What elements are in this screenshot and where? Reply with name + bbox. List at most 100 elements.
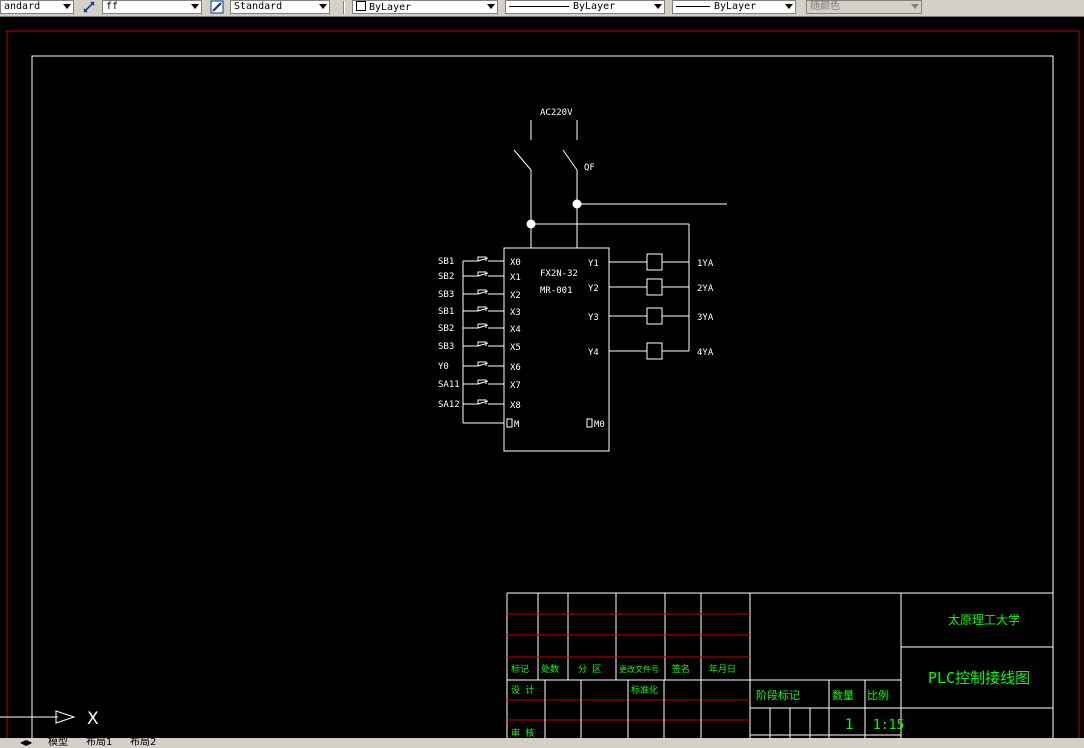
plot-style-select: 随颜色: [806, 0, 922, 14]
scale-value: 1:15: [873, 718, 904, 733]
ucs-icon: X: [0, 709, 99, 729]
rev-header-mark: 标记: [511, 663, 529, 675]
tab-layout2[interactable]: 布局2: [130, 738, 156, 748]
rev-header-sign: 签名: [672, 663, 690, 675]
plc-model-line2: MR-001: [540, 286, 573, 296]
output-load-label: 3YA: [697, 313, 714, 323]
output-terminal-label: Y3: [588, 313, 599, 323]
input-row: SA11 X7: [438, 379, 521, 391]
input-terminal-label: X1: [510, 273, 521, 283]
input-terminal-label: X2: [510, 291, 521, 301]
ucs-x-label: X: [87, 709, 99, 729]
tab-model[interactable]: 模型: [48, 738, 68, 748]
scale-label: 比例: [867, 688, 889, 702]
text-style-value: andard: [4, 1, 41, 12]
input-row: SB2 X1: [438, 271, 521, 283]
dim-style-select[interactable]: Standard: [230, 0, 330, 14]
coil-symbol: [646, 278, 663, 296]
input-terminal-label: X4: [510, 325, 521, 335]
supply-label: AC220V: [540, 108, 573, 118]
input-device-label: SB2: [438, 324, 454, 334]
properties-toolbar: andard ff Standard ByLayer ByLayer ByLay…: [0, 0, 1084, 17]
linetype-value: ByLayer: [573, 1, 616, 12]
lineweight-value: ByLayer: [714, 1, 757, 12]
dim-style-value: Standard: [234, 1, 283, 12]
quantity-label: 数量: [832, 689, 854, 702]
rev-header-zone: 分 区: [578, 664, 601, 675]
tab-nav-arrows[interactable]: ◀▶: [20, 738, 32, 748]
output-row: Y4 4YA: [588, 342, 714, 360]
review-label: 审 核: [511, 727, 534, 738]
input-device-label: SA12: [438, 400, 460, 410]
output-row: Y3 3YA: [588, 307, 714, 325]
lineweight-preview: [676, 5, 710, 7]
rev-header-date: 年月日: [709, 663, 736, 675]
rev-header-docno: 更改文件号: [619, 664, 659, 674]
output-terminal-label: Y4: [588, 348, 599, 358]
layer-color-select[interactable]: ByLayer: [352, 0, 498, 14]
output-row: Y2 2YA: [588, 278, 714, 296]
input-device-label: Y0: [438, 362, 449, 372]
stage-mark-label: 阶段标记: [756, 688, 800, 702]
coil-symbol: [646, 307, 663, 325]
viewport-border: [6, 30, 1080, 738]
output-terminal-label: Y2: [588, 284, 599, 294]
rev-header-count: 处数: [541, 663, 559, 675]
dim-scale-select[interactable]: ff: [102, 0, 202, 14]
input-circuit: SB1 X0 SB2 X1 SB3 X2 SB1 X3 SB2 X4 SB3 X5 Y0 X6 SA11 X7…: [438, 256, 521, 411]
plot-style-value: 随颜色: [810, 1, 840, 12]
plc-model-line1: FX2N-32: [540, 269, 578, 279]
standard-label: 标准化: [631, 684, 658, 696]
input-terminal-label: X0: [510, 258, 521, 268]
power-supply: AC220V: [530, 108, 578, 140]
text-style-select[interactable]: andard: [0, 0, 74, 14]
input-device-label: SB1: [438, 307, 454, 317]
design-label: 设 计: [511, 684, 534, 696]
layer-color-value: ByLayer: [369, 2, 412, 13]
input-device-label: SA11: [438, 380, 460, 390]
linetype-preview: [509, 5, 569, 7]
output-circuit: Y1 1YA Y2 2YA Y3 3YA Y4 4YA: [588, 253, 714, 360]
input-device-label: SB2: [438, 272, 454, 282]
toolbar-separator: [343, 1, 345, 14]
junction-node: [572, 199, 582, 209]
input-device-label: SB3: [438, 290, 454, 300]
coil-symbol: [646, 342, 663, 360]
output-row: Y1 1YA: [588, 253, 714, 271]
input-terminal-label: X7: [510, 381, 521, 391]
linetype-select[interactable]: ByLayer: [505, 0, 665, 14]
input-terminal-label: X6: [510, 363, 521, 373]
input-row: Y0 X6: [438, 361, 521, 373]
circuit-breaker: QF: [513, 149, 727, 248]
breaker-label: QF: [584, 163, 595, 173]
output-load-label: 1YA: [697, 259, 714, 269]
dim-scale-value: ff: [106, 1, 119, 12]
layout-tab-bar: ◀▶ 模型 布局1 布局2: [0, 738, 1084, 748]
input-row: SB2 X4: [438, 323, 521, 335]
input-row: SB1 X0: [438, 256, 521, 268]
output-load-label: 2YA: [697, 284, 714, 294]
coil-symbol: [646, 253, 663, 271]
com-right-label: M0: [594, 420, 605, 430]
junction-node: [526, 219, 536, 229]
drawing-canvas[interactable]: AC220V QF FX2N-32 MR-001 SB1 X0SB2 X1SB3 X2…: [0, 17, 1084, 738]
output-terminal-label: Y1: [588, 259, 599, 269]
input-device-label: SB1: [438, 257, 454, 267]
input-row: SB3 X2: [438, 289, 521, 301]
quantity-value: 1: [845, 717, 853, 733]
input-terminal-label: X8: [510, 401, 521, 411]
table-style-icon[interactable]: [210, 0, 224, 14]
title-block: 标记 处数 分 区 更改文件号 签名 年月日 设 计 标准化 审 核 阶段标记 …: [506, 592, 1053, 738]
drawing-title: PLC控制接线图: [928, 669, 1030, 687]
lineweight-select[interactable]: ByLayer: [672, 0, 796, 14]
input-terminal-label: X3: [510, 308, 521, 318]
tab-layout1[interactable]: 布局1: [86, 738, 112, 748]
color-swatch-icon: [356, 1, 366, 11]
input-row: SB3 X5: [438, 341, 521, 353]
dim-style-icon[interactable]: [82, 0, 96, 14]
input-row: SB1 X3: [438, 306, 521, 318]
university-name: 太原理工大学: [948, 612, 1020, 627]
input-row: SA12 X8: [438, 399, 521, 411]
com-left-label: M: [514, 420, 520, 430]
input-device-label: SB3: [438, 342, 454, 352]
